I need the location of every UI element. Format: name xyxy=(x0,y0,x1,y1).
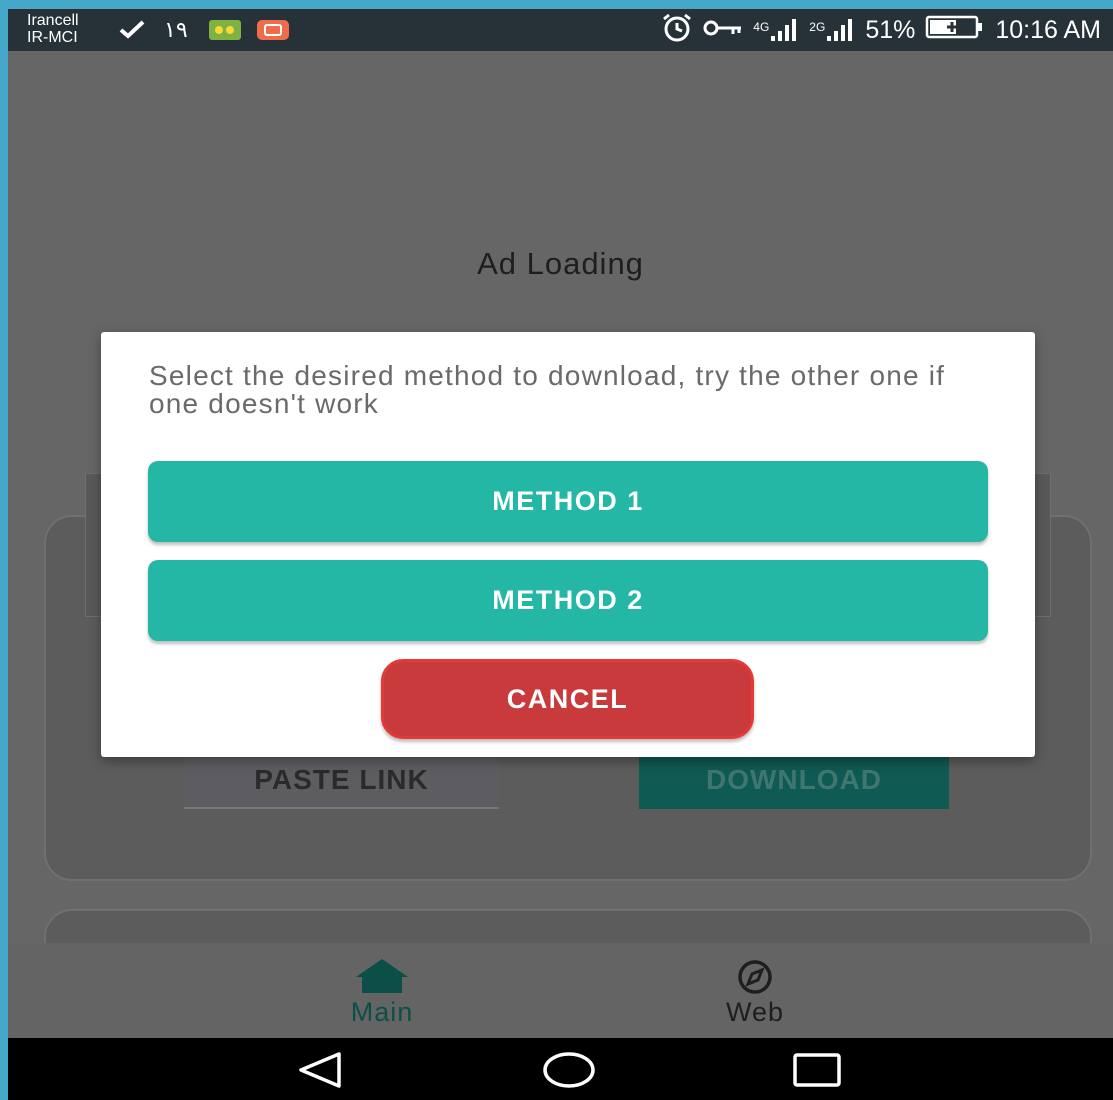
phone-screen: Irancell IR-MCI ۱۹ 4G 2G 51% 10:16 AM Ad… xyxy=(8,9,1113,1100)
nav-tab-web[interactable]: Web xyxy=(675,955,835,1028)
carrier-info: Irancell IR-MCI xyxy=(27,13,79,47)
method-1-button[interactable]: METHOD 1 xyxy=(148,461,988,542)
method-2-button[interactable]: METHOD 2 xyxy=(148,560,988,641)
download-method-dialog: Select the desired method to download, t… xyxy=(101,332,1035,757)
nav-label-main: Main xyxy=(350,997,414,1027)
cancel-button[interactable]: CANCEL xyxy=(381,659,754,739)
battery-charging-icon xyxy=(925,15,985,46)
back-icon[interactable] xyxy=(295,1050,345,1095)
home-icon xyxy=(356,959,408,993)
network-type-2: 2G xyxy=(809,20,826,34)
carrier-name-1: Irancell xyxy=(27,12,79,29)
nav-label-web: Web xyxy=(725,997,785,1027)
status-bar: Irancell IR-MCI ۱۹ 4G 2G 51% 10:16 AM xyxy=(8,9,1113,51)
alarm-icon xyxy=(661,12,693,49)
download-button[interactable]: DOWNLOAD xyxy=(639,751,949,809)
ad-loading-text: Ad Loading xyxy=(477,246,644,281)
check-icon xyxy=(118,18,146,45)
inbox-notification-icon xyxy=(256,19,290,46)
carrier-name-2: IR-MCI xyxy=(27,29,78,46)
notification-count: ۱۹ xyxy=(164,17,188,42)
network-type-1: 4G xyxy=(753,20,770,34)
recents-icon[interactable] xyxy=(792,1050,842,1095)
battery-percent: 51% xyxy=(865,15,916,44)
status-icons: 4G 2G 51% 10:16 AM xyxy=(661,9,1101,51)
dialog-message: Select the desired method to download, t… xyxy=(149,360,946,419)
system-navigation-bar xyxy=(8,1038,1113,1100)
paste-link-button[interactable]: PASTE LINK xyxy=(184,751,499,809)
home-circle-icon[interactable] xyxy=(541,1050,597,1095)
clock: 10:16 AM xyxy=(995,15,1101,44)
nav-tab-main[interactable]: Main xyxy=(302,955,462,1028)
app-notification-icon xyxy=(208,19,242,46)
signal-4g-icon: 4G xyxy=(753,18,799,42)
signal-2g-icon: 2G xyxy=(809,18,855,42)
compass-icon xyxy=(738,960,772,994)
vpn-key-icon xyxy=(703,16,743,45)
bottom-navigation: Main Web xyxy=(8,943,1113,1038)
